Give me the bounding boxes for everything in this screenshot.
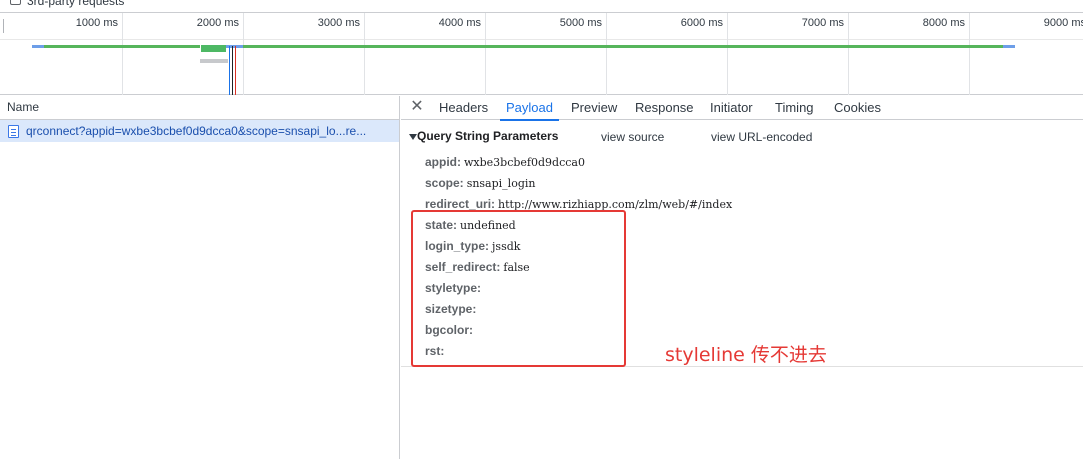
tick-label: 3000 ms	[317, 17, 360, 29]
tick-8000: 8000 ms	[849, 13, 970, 95]
finish-marker	[232, 46, 233, 95]
tick-label: 2000 ms	[196, 17, 239, 29]
tick-4000: 4000 ms	[365, 13, 486, 95]
overview-timeline[interactable]: 1000 ms 2000 ms 3000 ms 4000 ms 5000 ms …	[0, 12, 1083, 95]
request-list-panel: Name qrconnect?appid=wxbe3bcbef0d9dcca0&…	[0, 96, 400, 459]
param-row: appid: wxbe3bcbef0d9dcca0	[425, 152, 732, 173]
tab-cookies[interactable]: Cookies	[834, 96, 881, 120]
section-title: Query String Parameters	[417, 129, 559, 143]
tab-response[interactable]: Response	[635, 96, 694, 120]
tick-5000: 5000 ms	[486, 13, 607, 95]
query-string-section-header[interactable]: Query String Parameters view source view…	[401, 126, 1083, 148]
tab-preview[interactable]: Preview	[571, 96, 617, 120]
tick-7000: 7000 ms	[728, 13, 849, 95]
view-source-link[interactable]: view source	[601, 130, 664, 144]
request-detail-panel: ✕ Headers Payload Preview Response Initi…	[401, 96, 1083, 459]
name-column-header[interactable]: Name	[0, 96, 399, 120]
expand-triangle-icon[interactable]	[409, 134, 417, 140]
tab-headers[interactable]: Headers	[439, 96, 488, 120]
request-bar	[201, 45, 226, 52]
annotation-highlight-box	[411, 210, 626, 367]
tick-3000: 3000 ms	[244, 13, 365, 95]
detail-tabbar: ✕ Headers Payload Preview Response Initi…	[401, 96, 1083, 121]
tick-1000: 1000 ms	[0, 13, 123, 95]
filter-row: 3rd-party requests	[0, 0, 1083, 12]
tick-label: 8000 ms	[922, 17, 965, 29]
tick-label: 5000 ms	[559, 17, 602, 29]
param-key: redirect_uri:	[425, 197, 496, 211]
tick-label: 6000 ms	[680, 17, 723, 29]
third-party-label: 3rd-party requests	[27, 0, 125, 8]
tick-label: 4000 ms	[438, 17, 481, 29]
tick-6000: 6000 ms	[607, 13, 728, 95]
param-value: snsapi_login	[466, 177, 536, 190]
request-name: qrconnect?appid=wxbe3bcbef0d9dcca0&scope…	[26, 124, 367, 138]
tick-2000: 2000 ms	[123, 13, 244, 95]
tick-label: 7000 ms	[801, 17, 844, 29]
overview-selection	[200, 59, 228, 63]
request-row[interactable]: qrconnect?appid=wxbe3bcbef0d9dcca0&scope…	[0, 120, 399, 142]
param-value: wxbe3bcbef0d9dcca0	[464, 156, 585, 169]
document-icon	[8, 125, 19, 138]
tab-initiator[interactable]: Initiator	[710, 96, 753, 120]
tick-label: 9000 ms	[1043, 17, 1083, 29]
request-bar	[32, 45, 44, 48]
request-bar	[1003, 45, 1015, 48]
third-party-checkbox[interactable]	[10, 0, 21, 5]
param-key: scope:	[425, 176, 464, 190]
tick-9000: 9000 ms	[970, 13, 1083, 95]
param-row: scope: snsapi_login	[425, 173, 732, 194]
close-icon[interactable]: ✕	[409, 99, 425, 115]
tab-payload[interactable]: Payload	[500, 96, 559, 121]
dom-content-loaded-marker	[229, 46, 230, 95]
param-key: appid:	[425, 155, 461, 169]
tab-timing[interactable]: Timing	[775, 96, 814, 120]
request-bar	[243, 45, 1003, 48]
annotation-note: styleline 传不进去	[665, 344, 827, 366]
request-bar	[44, 45, 200, 48]
tick-label: 1000 ms	[75, 17, 118, 29]
load-marker	[235, 46, 236, 95]
view-url-encoded-link[interactable]: view URL-encoded	[711, 130, 812, 144]
